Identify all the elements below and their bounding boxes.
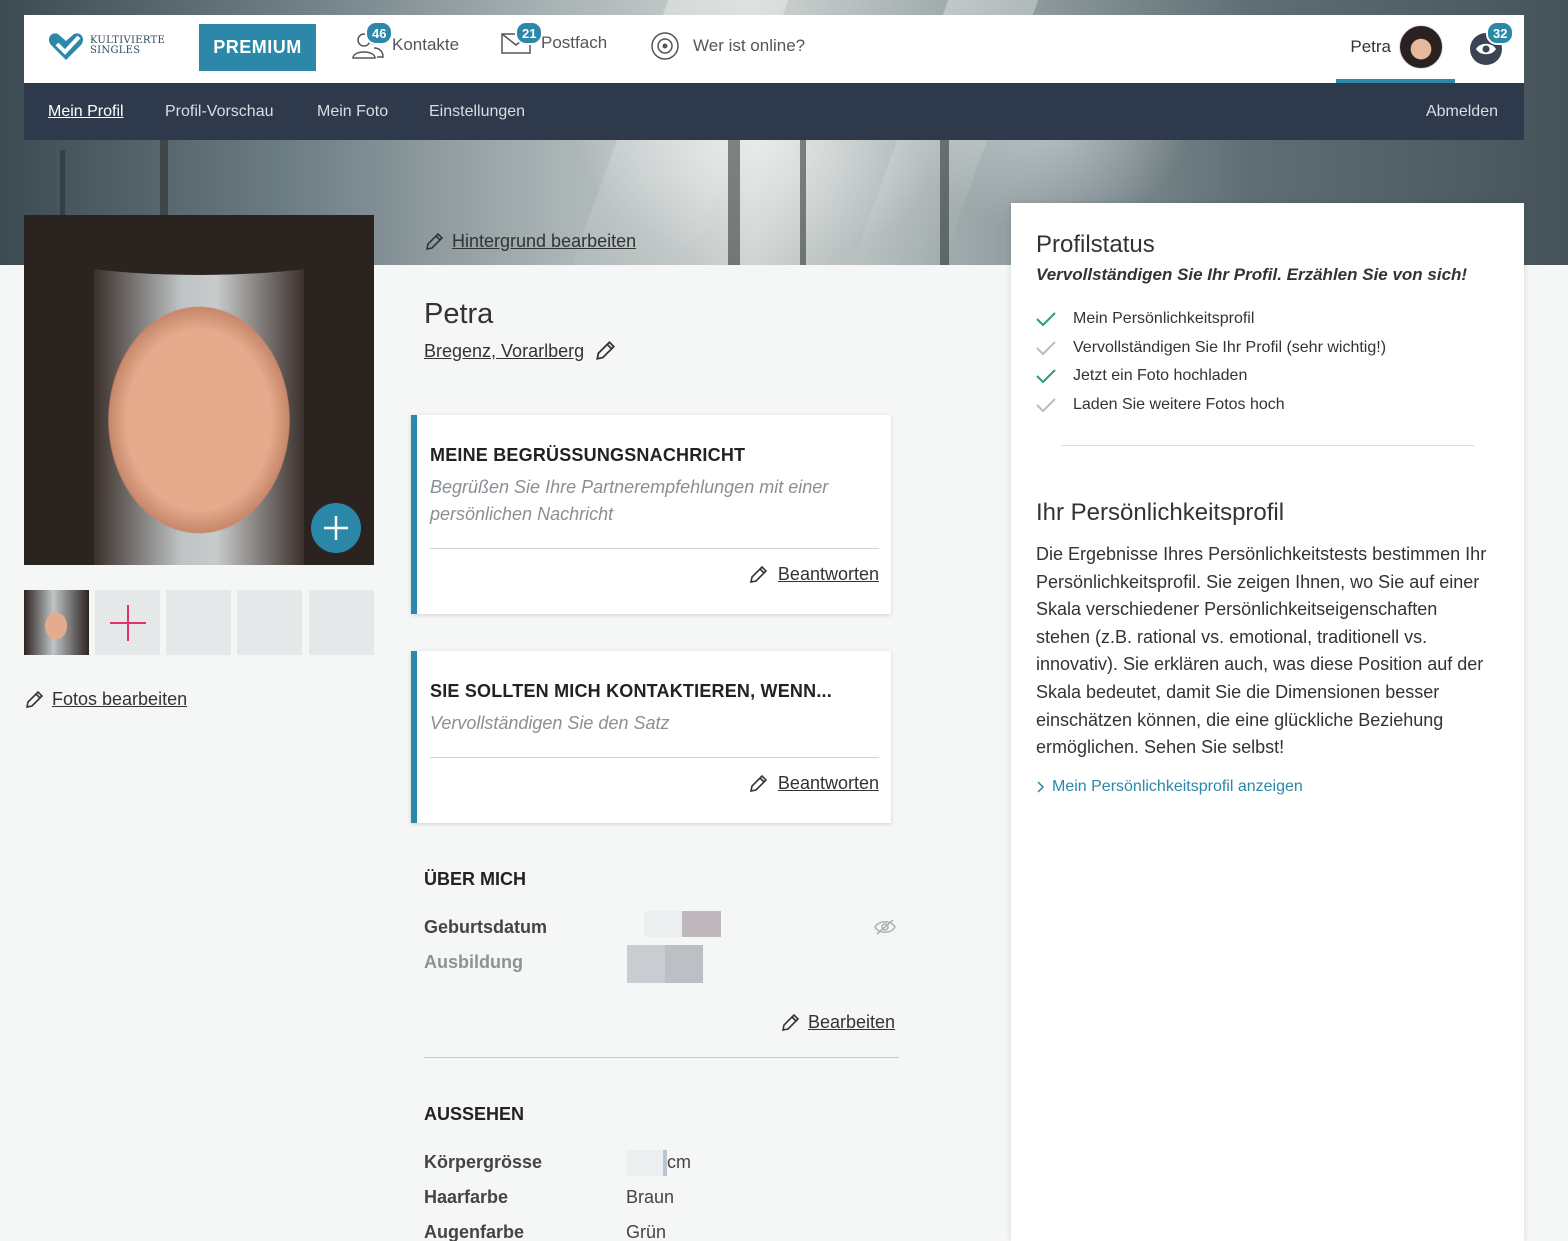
- check-icon: [1036, 341, 1056, 356]
- card-hint: Vervollständigen Sie den Satz: [430, 713, 670, 733]
- profile-visitors-button[interactable]: 32: [1470, 21, 1515, 65]
- pencil-icon: [596, 340, 616, 360]
- redacted-value: [682, 911, 721, 937]
- redacted-value: [627, 945, 665, 983]
- nav-online-label: Wer ist online?: [693, 36, 806, 55]
- pencil-icon: [781, 1013, 800, 1031]
- user-menu[interactable]: Petra: [1336, 15, 1455, 83]
- pencil-icon: [25, 690, 44, 708]
- nav-inbox-label: Postfach: [541, 33, 608, 52]
- card-title: MEINE BEGRÜSSUNGSNACHRICHT: [430, 445, 746, 465]
- add-photo-thumbnail[interactable]: [95, 590, 160, 655]
- add-photo-button[interactable]: [311, 503, 361, 553]
- profile-location[interactable]: Bregenz, Vorarlberg: [424, 340, 616, 362]
- eye-color-label: Augenfarbe: [424, 1222, 525, 1241]
- contact-me-if-card: SIE SOLLTEN MICH KONTAKTIEREN, WENN... V…: [411, 651, 891, 823]
- photo-thumbnail[interactable]: [24, 590, 89, 655]
- show-personality-profile-link[interactable]: Mein Persönlichkeitsprofil anzeigen: [1036, 778, 1303, 796]
- pencil-icon: [425, 232, 444, 250]
- answer-contact-button[interactable]: Beantworten: [748, 773, 879, 794]
- plus-icon: [324, 516, 348, 540]
- edit-background-label: Hintergrund bearbeiten: [452, 231, 637, 251]
- edit-photos-label: Fotos bearbeiten: [52, 689, 188, 709]
- logout-link[interactable]: Abmelden: [1426, 103, 1498, 121]
- nav-contacts[interactable]: Kontakte 46: [352, 21, 460, 59]
- empty-photo-slot[interactable]: [309, 590, 374, 655]
- redacted-value: [644, 911, 682, 937]
- redacted-value: [626, 1150, 664, 1176]
- subnav-settings[interactable]: Einstellungen: [429, 103, 525, 121]
- profile-status-title: Profilstatus: [1036, 231, 1155, 258]
- profile-status-subtitle: Vervollständigen Sie Ihr Profil. Erzähle…: [1036, 265, 1468, 284]
- pencil-icon: [749, 774, 768, 792]
- subnav-my-profile[interactable]: Mein Profil: [48, 103, 124, 121]
- empty-photo-slot[interactable]: [166, 590, 231, 655]
- check-icon: [1036, 398, 1056, 413]
- birthdate-label: Geburtsdatum: [424, 917, 548, 937]
- subnav-profile-preview[interactable]: Profil-Vorschau: [165, 103, 274, 121]
- about-me-title: ÜBER MICH: [424, 869, 526, 889]
- eye-hidden-icon[interactable]: [873, 918, 897, 936]
- status-item[interactable]: Laden Sie weitere Fotos hoch: [1036, 396, 1285, 414]
- height-label: Körpergrösse: [424, 1152, 543, 1172]
- redacted-value: [665, 945, 703, 983]
- contacts-count-badge: 46: [365, 21, 394, 45]
- chevron-right-icon: [1037, 781, 1045, 793]
- edit-about-label: Bearbeiten: [808, 1012, 896, 1032]
- check-icon: [1036, 312, 1056, 327]
- greeting-message-card: MEINE BEGRÜSSUNGSNACHRICHT Begrüßen Sie …: [411, 415, 891, 614]
- status-item[interactable]: Mein Persönlichkeitsprofil: [1036, 310, 1254, 328]
- check-icon: [1036, 369, 1056, 384]
- edit-photos-link[interactable]: Fotos bearbeiten: [24, 689, 187, 710]
- hair-color-value: Braun: [626, 1187, 675, 1207]
- nav-contacts-label: Kontakte: [392, 35, 460, 54]
- hair-color-label: Haarfarbe: [424, 1187, 509, 1207]
- answer-label: Beantworten: [777, 564, 879, 584]
- visitors-count-badge: 32: [1486, 21, 1515, 45]
- inbox-count-badge: 21: [515, 21, 544, 45]
- personality-profile-text: Die Ergebnisse Ihres Persönlichkeitstest…: [1036, 544, 1487, 758]
- profile-status-panel: Profilstatus Vervollständigen Sie Ihr Pr…: [1011, 203, 1524, 1241]
- pencil-icon: [749, 565, 768, 583]
- nav-who-is-online[interactable]: Wer ist online?: [650, 31, 805, 61]
- heart-logo-icon: [48, 33, 84, 60]
- profile-name: Petra: [424, 298, 494, 330]
- status-item[interactable]: Vervollständigen Sie Ihr Profil (sehr wi…: [1036, 339, 1386, 357]
- education-label: Ausbildung: [424, 952, 523, 972]
- profile-subnav: Mein Profil Profil-Vorschau Mein Foto Ei…: [24, 83, 1524, 140]
- edit-about-button[interactable]: Bearbeiten: [780, 1012, 895, 1033]
- subnav-my-photo[interactable]: Mein Foto: [317, 103, 388, 121]
- edit-background-link[interactable]: Hintergrund bearbeiten: [424, 231, 636, 252]
- status-item[interactable]: Jetzt ein Foto hochladen: [1036, 367, 1247, 385]
- answer-label: Beantworten: [777, 773, 879, 793]
- logo[interactable]: KULTIVIERTE SINGLES: [48, 31, 165, 61]
- nav-inbox[interactable]: Postfach 21: [501, 21, 608, 55]
- avatar: [1399, 25, 1443, 69]
- online-radar-icon: [651, 32, 679, 60]
- answer-greeting-button[interactable]: Beantworten: [748, 564, 879, 585]
- premium-button[interactable]: PREMIUM: [199, 24, 316, 71]
- logo-text-line2: SINGLES: [90, 45, 141, 56]
- plus-icon: [109, 604, 146, 641]
- card-hint: Begrüßen Sie Ihre Partnerempfehlungen mi…: [430, 477, 829, 524]
- card-title: SIE SOLLTEN MICH KONTAKTIEREN, WENN...: [430, 681, 832, 701]
- user-name: Petra: [1350, 37, 1391, 56]
- personality-profile-title: Ihr Persönlichkeitsprofil: [1036, 499, 1285, 526]
- eye-color-value: Grün: [626, 1222, 667, 1241]
- location-text: Bregenz, Vorarlberg: [424, 340, 585, 361]
- height-value: cm: [667, 1152, 691, 1172]
- top-navigation-bar: KULTIVIERTE SINGLES PREMIUM Kontakte 46 …: [24, 15, 1524, 83]
- empty-photo-slot[interactable]: [237, 590, 302, 655]
- appearance-title: AUSSEHEN: [424, 1104, 525, 1124]
